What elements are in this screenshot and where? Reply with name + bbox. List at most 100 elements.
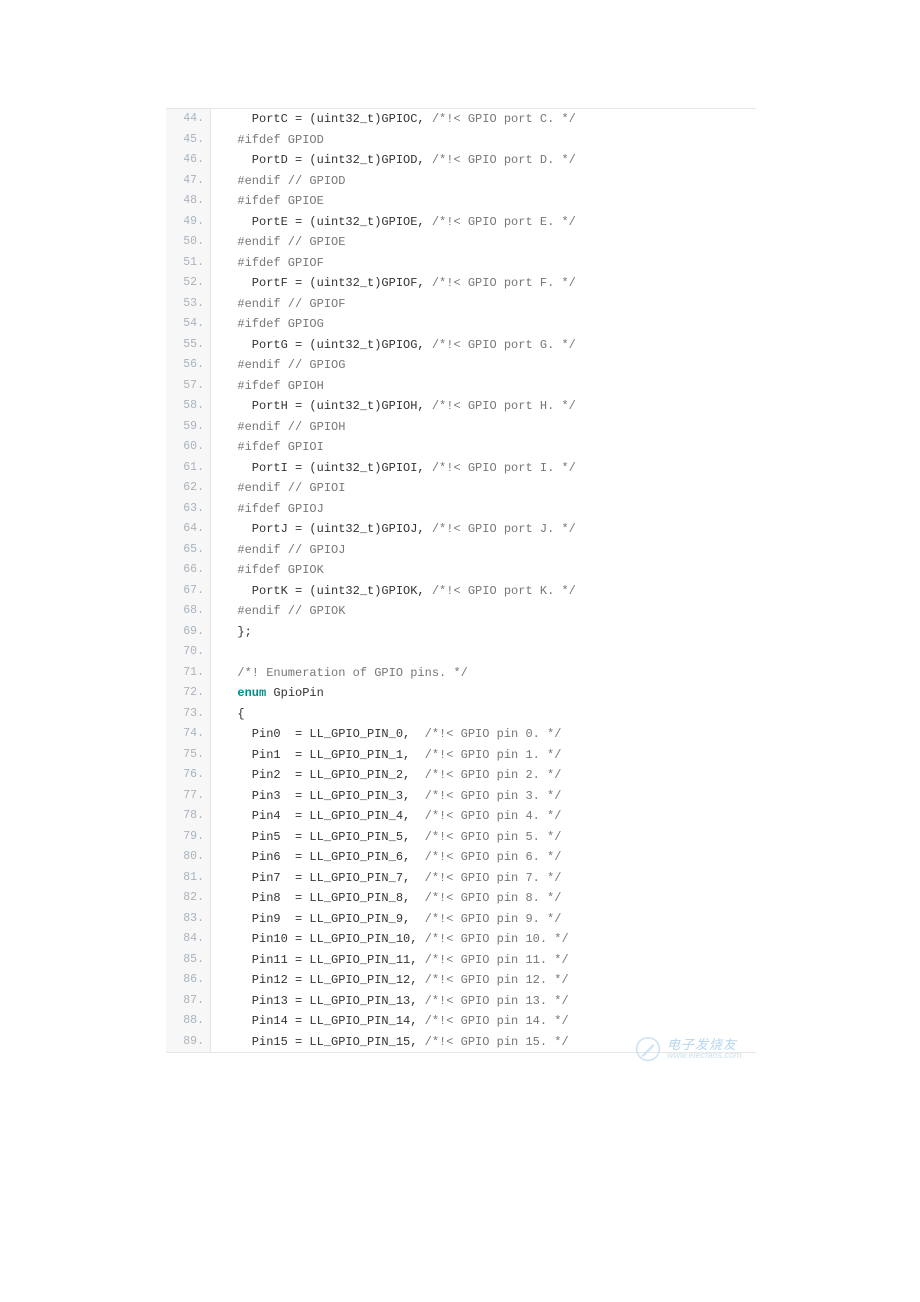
line-number: 54. xyxy=(166,314,211,335)
code-content: #endif // GPIOF xyxy=(211,294,756,315)
code-content: PortE = (uint32_t)GPIOE, /*!< GPIO port … xyxy=(211,212,756,233)
line-number: 59. xyxy=(166,417,211,438)
code-line: 72. enum GpioPin xyxy=(166,683,756,704)
code-line: 45. #ifdef GPIOD xyxy=(166,130,756,151)
code-content: PortH = (uint32_t)GPIOH, /*!< GPIO port … xyxy=(211,396,756,417)
code-line: 47. #endif // GPIOD xyxy=(166,171,756,192)
line-number: 84. xyxy=(166,929,211,950)
line-number: 61. xyxy=(166,458,211,479)
code-content: PortJ = (uint32_t)GPIOJ, /*!< GPIO port … xyxy=(211,519,756,540)
line-number: 58. xyxy=(166,396,211,417)
line-number: 87. xyxy=(166,991,211,1012)
code-line: 60. #ifdef GPIOI xyxy=(166,437,756,458)
code-line: 62. #endif // GPIOI xyxy=(166,478,756,499)
line-number: 50. xyxy=(166,232,211,253)
code-content: #ifdef GPIOD xyxy=(211,130,756,151)
line-number: 51. xyxy=(166,253,211,274)
code-content: #endif // GPIOG xyxy=(211,355,756,376)
line-number: 49. xyxy=(166,212,211,233)
code-line: 52. PortF = (uint32_t)GPIOF, /*!< GPIO p… xyxy=(166,273,756,294)
line-number: 69. xyxy=(166,622,211,643)
code-line: 48. #ifdef GPIOE xyxy=(166,191,756,212)
line-number: 56. xyxy=(166,355,211,376)
line-number: 57. xyxy=(166,376,211,397)
line-number: 45. xyxy=(166,130,211,151)
line-number: 88. xyxy=(166,1011,211,1032)
code-content: #ifdef GPIOG xyxy=(211,314,756,335)
code-line: 82. Pin8 = LL_GPIO_PIN_8, /*!< GPIO pin … xyxy=(166,888,756,909)
code-content: Pin9 = LL_GPIO_PIN_9, /*!< GPIO pin 9. *… xyxy=(211,909,756,930)
code-content: PortC = (uint32_t)GPIOC, /*!< GPIO port … xyxy=(211,109,756,130)
code-content: #ifdef GPIOH xyxy=(211,376,756,397)
line-number: 46. xyxy=(166,150,211,171)
code-content: #endif // GPIOJ xyxy=(211,540,756,561)
code-line: 65. #endif // GPIOJ xyxy=(166,540,756,561)
line-number: 74. xyxy=(166,724,211,745)
code-content: #ifdef GPIOI xyxy=(211,437,756,458)
line-number: 89. xyxy=(166,1032,211,1053)
code-line: 51. #ifdef GPIOF xyxy=(166,253,756,274)
code-content: Pin8 = LL_GPIO_PIN_8, /*!< GPIO pin 8. *… xyxy=(211,888,756,909)
code-line: 71. /*! Enumeration of GPIO pins. */ xyxy=(166,663,756,684)
code-content: Pin12 = LL_GPIO_PIN_12, /*!< GPIO pin 12… xyxy=(211,970,756,991)
code-line: 58. PortH = (uint32_t)GPIOH, /*!< GPIO p… xyxy=(166,396,756,417)
line-number: 55. xyxy=(166,335,211,356)
line-number: 65. xyxy=(166,540,211,561)
code-line: 49. PortE = (uint32_t)GPIOE, /*!< GPIO p… xyxy=(166,212,756,233)
code-line: 64. PortJ = (uint32_t)GPIOJ, /*!< GPIO p… xyxy=(166,519,756,540)
line-number: 44. xyxy=(166,109,211,130)
line-number: 80. xyxy=(166,847,211,868)
code-line: 63. #ifdef GPIOJ xyxy=(166,499,756,520)
code-content: PortG = (uint32_t)GPIOG, /*!< GPIO port … xyxy=(211,335,756,356)
code-line: 77. Pin3 = LL_GPIO_PIN_3, /*!< GPIO pin … xyxy=(166,786,756,807)
line-number: 75. xyxy=(166,745,211,766)
line-number: 52. xyxy=(166,273,211,294)
line-number: 48. xyxy=(166,191,211,212)
code-line: 67. PortK = (uint32_t)GPIOK, /*!< GPIO p… xyxy=(166,581,756,602)
code-line: 57. #ifdef GPIOH xyxy=(166,376,756,397)
code-line: 89. Pin15 = LL_GPIO_PIN_15, /*!< GPIO pi… xyxy=(166,1032,756,1053)
code-line: 73. { xyxy=(166,704,756,725)
line-number: 67. xyxy=(166,581,211,602)
code-line: 70. xyxy=(166,642,756,663)
line-number: 79. xyxy=(166,827,211,848)
code-block: 44. PortC = (uint32_t)GPIOC, /*!< GPIO p… xyxy=(166,108,756,1053)
code-content: Pin7 = LL_GPIO_PIN_7, /*!< GPIO pin 7. *… xyxy=(211,868,756,889)
code-line: 68. #endif // GPIOK xyxy=(166,601,756,622)
document-page: www.bdocx.com 44. PortC = (uint32_t)GPIO… xyxy=(0,0,920,1302)
code-line: 85. Pin11 = LL_GPIO_PIN_11, /*!< GPIO pi… xyxy=(166,950,756,971)
code-content: #ifdef GPIOF xyxy=(211,253,756,274)
code-content: }; xyxy=(211,622,756,643)
code-content: Pin1 = LL_GPIO_PIN_1, /*!< GPIO pin 1. *… xyxy=(211,745,756,766)
line-number: 73. xyxy=(166,704,211,725)
line-number: 63. xyxy=(166,499,211,520)
line-number: 78. xyxy=(166,806,211,827)
code-content: PortI = (uint32_t)GPIOI, /*!< GPIO port … xyxy=(211,458,756,479)
line-number: 72. xyxy=(166,683,211,704)
code-line: 83. Pin9 = LL_GPIO_PIN_9, /*!< GPIO pin … xyxy=(166,909,756,930)
line-number: 71. xyxy=(166,663,211,684)
code-line: 88. Pin14 = LL_GPIO_PIN_14, /*!< GPIO pi… xyxy=(166,1011,756,1032)
code-line: 74. Pin0 = LL_GPIO_PIN_0, /*!< GPIO pin … xyxy=(166,724,756,745)
code-content: Pin10 = LL_GPIO_PIN_10, /*!< GPIO pin 10… xyxy=(211,929,756,950)
code-content: { xyxy=(211,704,756,725)
line-number: 68. xyxy=(166,601,211,622)
code-line: 78. Pin4 = LL_GPIO_PIN_4, /*!< GPIO pin … xyxy=(166,806,756,827)
code-line: 66. #ifdef GPIOK xyxy=(166,560,756,581)
code-line: 46. PortD = (uint32_t)GPIOD, /*!< GPIO p… xyxy=(166,150,756,171)
code-content: Pin0 = LL_GPIO_PIN_0, /*!< GPIO pin 0. *… xyxy=(211,724,756,745)
line-number: 66. xyxy=(166,560,211,581)
line-number: 47. xyxy=(166,171,211,192)
code-line: 61. PortI = (uint32_t)GPIOI, /*!< GPIO p… xyxy=(166,458,756,479)
code-content: Pin4 = LL_GPIO_PIN_4, /*!< GPIO pin 4. *… xyxy=(211,806,756,827)
code-line: 84. Pin10 = LL_GPIO_PIN_10, /*!< GPIO pi… xyxy=(166,929,756,950)
line-number: 83. xyxy=(166,909,211,930)
code-line: 59. #endif // GPIOH xyxy=(166,417,756,438)
line-number: 86. xyxy=(166,970,211,991)
code-line: 76. Pin2 = LL_GPIO_PIN_2, /*!< GPIO pin … xyxy=(166,765,756,786)
code-line: 50. #endif // GPIOE xyxy=(166,232,756,253)
code-content: #ifdef GPIOE xyxy=(211,191,756,212)
code-content: #ifdef GPIOK xyxy=(211,560,756,581)
code-content: #endif // GPIOD xyxy=(211,171,756,192)
code-content: Pin5 = LL_GPIO_PIN_5, /*!< GPIO pin 5. *… xyxy=(211,827,756,848)
